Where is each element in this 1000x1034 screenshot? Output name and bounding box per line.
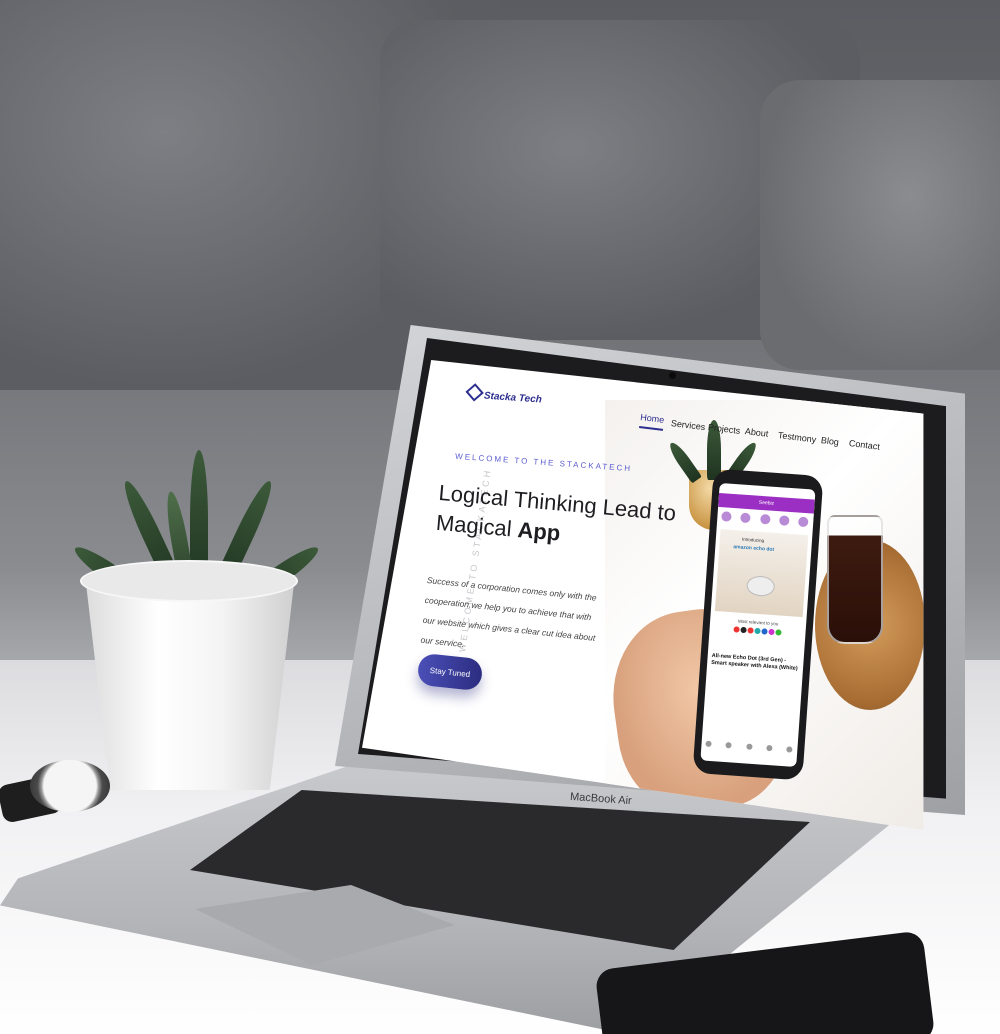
nav-home[interactable]: Home	[639, 412, 665, 431]
category-icon	[759, 513, 771, 525]
website-hero: Seebiz Introducing amazon echo dot Most …	[362, 360, 924, 830]
succulent-leaf	[666, 439, 702, 484]
headline-prefix: Magical	[435, 509, 519, 542]
brand-dot	[732, 626, 740, 633]
stay-tuned-button[interactable]: Stay Tuned	[416, 652, 484, 692]
potted-plant	[70, 450, 323, 810]
brand-dot	[753, 627, 761, 635]
phone-app-header: Seebiz	[718, 492, 815, 514]
plant-pot-rim	[80, 560, 298, 602]
background-scene: MacBook Air Seebiz Introducing amazon ec…	[0, 0, 1000, 1034]
smartphone: Seebiz Introducing amazon echo dot Most …	[692, 468, 824, 781]
sofa-cushion-right	[760, 80, 1000, 370]
promo-small: Introducing	[741, 536, 765, 544]
promo-brand: amazon echo dot	[733, 544, 775, 553]
menu-icon[interactable]	[786, 746, 793, 753]
headline-emphasis: App	[516, 517, 562, 546]
brand-dot	[767, 628, 775, 636]
brand-dot	[746, 627, 754, 634]
phone-screen: Seebiz Introducing amazon echo dot Most …	[700, 482, 816, 768]
category-icon	[778, 515, 790, 526]
profile-icon[interactable]	[765, 744, 773, 752]
laptop-screen: Seebiz Introducing amazon echo dot Most …	[362, 360, 924, 830]
home-icon[interactable]	[705, 740, 712, 748]
brand-dot	[760, 628, 768, 635]
hero-photo: Seebiz Introducing amazon echo dot Most …	[601, 400, 924, 830]
logo-mark-icon	[465, 383, 484, 402]
brand-dot	[774, 629, 782, 636]
wrist-watch	[0, 760, 120, 840]
echo-dot-speaker	[746, 575, 776, 598]
site-logo[interactable]: Stacka Tech	[465, 383, 543, 406]
phone-bottom-nav	[705, 740, 794, 759]
webcam-icon	[669, 372, 676, 379]
brand-dot	[739, 626, 747, 634]
cart-icon[interactable]	[745, 743, 753, 750]
watch-face	[30, 760, 110, 812]
nav-blog[interactable]: Blog	[820, 435, 839, 447]
hero-body-copy: Success of a corporation comes only with…	[420, 574, 598, 650]
phone-category-icons	[721, 511, 810, 531]
search-icon[interactable]	[725, 742, 732, 749]
logo-text: Stacka Tech	[483, 390, 543, 406]
category-icon	[797, 516, 809, 528]
product-title: All-new Echo Dot (3rd Gen) - Smart speak…	[711, 652, 798, 672]
promo-banner[interactable]: Introducing amazon echo dot	[714, 529, 809, 618]
plant-pot	[85, 575, 295, 790]
category-icon	[740, 512, 751, 524]
relevance-section: Most relevant to you	[713, 617, 802, 647]
iced-drink-glass	[827, 515, 883, 644]
category-icon	[721, 511, 732, 522]
